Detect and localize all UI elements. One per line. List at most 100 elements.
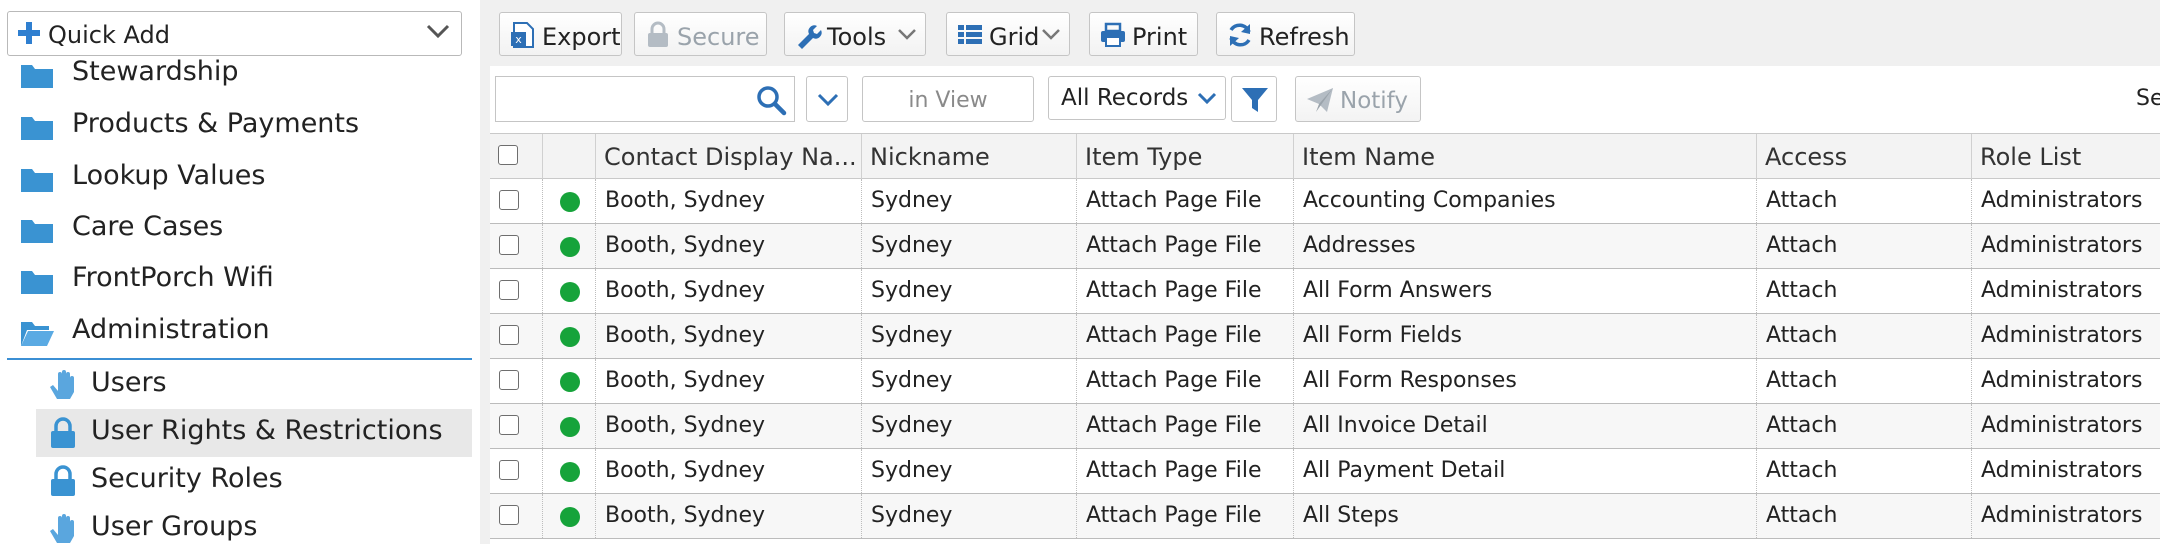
sidebar-subitem-label: Security Roles (91, 463, 283, 494)
search-options-dropdown[interactable] (806, 76, 848, 122)
row-checkbox[interactable] (499, 415, 519, 435)
cell-nickname: Sydney (862, 314, 1077, 358)
sidebar-item-label: Administration (72, 314, 270, 345)
cell-text: Administrators (1981, 323, 2143, 348)
cell-text: Attach (1766, 503, 1838, 528)
row-checkbox[interactable] (499, 505, 519, 525)
table-row[interactable]: Booth, Sydney Sydney Attach Page File All I… (490, 404, 2160, 449)
row-select-cell (490, 494, 543, 538)
select-all-checkbox[interactable] (498, 145, 518, 165)
sidebar-subitem-users[interactable]: Users (36, 361, 472, 409)
row-checkbox[interactable] (499, 370, 519, 390)
cell-role-list: Administrators (1972, 404, 2160, 448)
cell-nickname: Sydney (862, 179, 1077, 223)
table-row[interactable]: Booth, Sydney Sydney Attach Page File Accou… (490, 179, 2160, 224)
table-row[interactable]: Booth, Sydney Sydney Attach Page File All P… (490, 449, 2160, 494)
refresh-icon (1229, 23, 1251, 47)
folder-open-icon (21, 322, 54, 346)
row-select-cell (490, 359, 543, 403)
sidebar-subitem-label: Users (91, 367, 167, 398)
row-checkbox[interactable] (499, 460, 519, 480)
status-dot-icon (560, 282, 580, 302)
sidebar-item-frontporch-wifi[interactable]: FrontPorch Wifi (0, 256, 472, 306)
in-view-button[interactable]: in View (862, 76, 1034, 122)
cell-access: Attach (1757, 359, 1972, 403)
lock-icon (648, 21, 668, 47)
cell-text: Sydney (871, 413, 953, 438)
column-header-nickname[interactable]: Nickname (862, 134, 1077, 179)
cell-text: Booth, Sydney (605, 323, 766, 348)
cell-text: Sydney (871, 458, 953, 483)
main-panel: x Export Secure Tools Grid Print Refresh… (490, 0, 2160, 544)
column-header-item-type[interactable]: Item Type (1077, 134, 1294, 179)
folder-icon (21, 65, 53, 88)
search-icon[interactable] (754, 83, 788, 117)
table-row[interactable]: Booth, Sydney Sydney Attach Page File All S… (490, 494, 2160, 539)
sidebar-subitem-user-rights-restrictions[interactable]: User Rights & Restrictions (36, 409, 472, 457)
cell-item-type: Attach Page File (1077, 179, 1294, 223)
cell-contact: Booth, Sydney (596, 269, 862, 313)
secure-button[interactable]: Secure (634, 12, 767, 56)
cell-role-list: Administrators (1972, 449, 2160, 493)
export-button[interactable]: x Export (499, 12, 622, 56)
sidebar-item-products-payments[interactable]: Products & Payments (0, 102, 472, 152)
sidebar-item-label: Care Cases (72, 211, 224, 242)
grid-list-icon (958, 25, 982, 44)
cell-text: All Form Answers (1303, 278, 1493, 303)
cell-text: Sydney (871, 278, 953, 303)
records-filter-select[interactable]: All Records (1048, 76, 1226, 120)
cell-text: Attach (1766, 278, 1838, 303)
refresh-button[interactable]: Refresh (1216, 12, 1355, 56)
row-checkbox[interactable] (499, 280, 519, 300)
sidebar-subitem-user-groups[interactable]: User Groups (36, 505, 472, 544)
sidebar-item-label: Stewardship (72, 56, 239, 87)
column-header-role-list[interactable]: Role List (1972, 134, 2160, 179)
cell-text: Administrators (1981, 413, 2143, 438)
cell-contact: Booth, Sydney (596, 359, 862, 403)
status-column-header[interactable] (543, 134, 596, 179)
filter-button[interactable] (1231, 76, 1277, 122)
filter-bar: in View All Records Notify Se (490, 66, 2160, 132)
column-header-access[interactable]: Access (1757, 134, 1972, 179)
cell-text: Sydney (871, 323, 953, 348)
cell-text: Accounting Companies (1303, 188, 1556, 213)
search-input[interactable] (502, 83, 742, 115)
table-row[interactable]: Booth, Sydney Sydney Attach Page File All F… (490, 314, 2160, 359)
cell-item-name: All Payment Detail (1294, 449, 1757, 493)
grid-button[interactable]: Grid (946, 12, 1070, 56)
table-row[interactable]: Booth, Sydney Sydney Attach Page File All F… (490, 359, 2160, 404)
truncated-toolbar-text: Se (2136, 86, 2160, 111)
hand-icon (50, 370, 74, 399)
notify-button[interactable]: Notify (1295, 76, 1421, 122)
lock-icon (51, 417, 75, 448)
chevron-down-icon (426, 24, 450, 39)
tools-button[interactable]: Tools (784, 12, 926, 56)
status-dot-icon (560, 417, 580, 437)
chevron-down-icon (898, 29, 916, 40)
row-status-cell (543, 269, 596, 313)
cell-item-type: Attach Page File (1077, 404, 1294, 448)
sidebar-item-administration[interactable]: Administration (0, 308, 472, 358)
cell-text: Sydney (871, 188, 953, 213)
sidebar-item-lookup-values[interactable]: Lookup Values (0, 154, 472, 204)
cell-item-name: All Form Answers (1294, 269, 1757, 313)
column-header-contact[interactable]: Contact Display Na... (596, 134, 862, 179)
row-status-cell (543, 179, 596, 223)
sidebar-item-stewardship[interactable]: Stewardship (0, 50, 472, 100)
cell-text: Attach (1766, 188, 1838, 213)
table-row[interactable]: Booth, Sydney Sydney Attach Page File Addre… (490, 224, 2160, 269)
row-checkbox[interactable] (499, 325, 519, 345)
row-checkbox[interactable] (499, 190, 519, 210)
row-status-cell (543, 224, 596, 268)
print-button[interactable]: Print (1089, 12, 1198, 56)
sidebar-item-care-cases[interactable]: Care Cases (0, 205, 472, 255)
cell-item-type: Attach Page File (1077, 449, 1294, 493)
cell-contact: Booth, Sydney (596, 404, 862, 448)
table-row[interactable]: Booth, Sydney Sydney Attach Page File All F… (490, 269, 2160, 314)
column-header-item-name[interactable]: Item Name (1294, 134, 1757, 179)
sidebar-subitem-security-roles[interactable]: Security Roles (36, 457, 472, 505)
refresh-label: Refresh (1259, 23, 1350, 51)
cell-access: Attach (1757, 224, 1972, 268)
row-checkbox[interactable] (499, 235, 519, 255)
chevron-down-icon (1042, 29, 1060, 40)
